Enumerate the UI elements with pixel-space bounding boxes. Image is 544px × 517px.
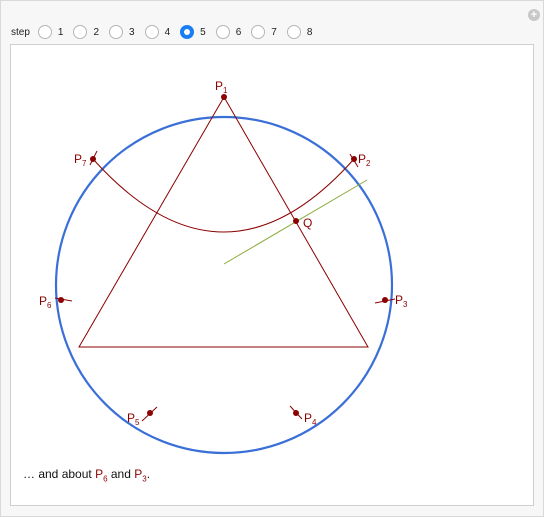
step-option-label: 6 xyxy=(235,26,242,38)
label-p4: P4 xyxy=(304,411,317,427)
radio-button[interactable] xyxy=(286,25,301,39)
caption-prefix: … and about xyxy=(23,467,96,481)
step-option-label: 4 xyxy=(164,26,171,38)
point-p7 xyxy=(90,156,96,162)
step-label: step xyxy=(11,26,30,38)
caption-mid: and xyxy=(107,467,135,481)
app-frame: + step 1 2 3 4 5 6 7 8 P1 P2 P3 P4 P5 P6 P7 Q …… xyxy=(0,0,544,517)
point-p2 xyxy=(351,156,357,162)
label-p3: P3 xyxy=(395,293,408,309)
label-p5: P5 xyxy=(127,411,140,427)
caption-point-a: P6 xyxy=(95,467,108,484)
step-option-label: 5 xyxy=(200,26,206,38)
arc-p7-p2 xyxy=(92,158,355,233)
caption-point-b: P3 xyxy=(134,467,147,484)
label-p7: P7 xyxy=(74,152,87,168)
radio-button[interactable] xyxy=(109,25,124,39)
caption: … and about P6 and P3. xyxy=(23,467,150,483)
step-option-label: 3 xyxy=(129,26,135,38)
triangle xyxy=(78,96,369,348)
step-option-label: 8 xyxy=(306,26,313,38)
step-option-5[interactable]: 5 xyxy=(180,25,206,39)
radio-button[interactable] xyxy=(73,25,88,39)
radio-button[interactable] xyxy=(215,25,230,39)
label-q: Q xyxy=(303,216,312,230)
label-p1: P1 xyxy=(215,79,228,95)
step-option-8[interactable]: 8 xyxy=(286,25,313,39)
plus-icon[interactable]: + xyxy=(528,9,540,21)
step-option-label: 1 xyxy=(57,26,64,38)
radio-button[interactable] xyxy=(251,25,266,39)
step-option-label: 2 xyxy=(93,26,100,38)
step-option-3[interactable]: 3 xyxy=(109,25,135,39)
point-p4 xyxy=(293,410,299,416)
step-option-6[interactable]: 6 xyxy=(215,25,242,39)
point-q xyxy=(293,218,299,224)
radio-button[interactable] xyxy=(144,25,159,39)
step-option-4[interactable]: 4 xyxy=(144,25,171,39)
point-p6 xyxy=(58,297,64,303)
radio-button[interactable] xyxy=(180,25,195,39)
step-control: step 1 2 3 4 5 6 7 8 xyxy=(11,23,322,41)
caption-suffix: . xyxy=(146,467,151,481)
point-p5 xyxy=(147,410,153,416)
step-option-2[interactable]: 2 xyxy=(73,25,99,39)
step-option-label: 7 xyxy=(271,26,277,38)
radio-button[interactable] xyxy=(37,25,52,39)
diagram-panel: P1 P2 P3 P4 P5 P6 P7 Q … and about P6 an… xyxy=(10,44,534,506)
geometry-diagram: P1 P2 P3 P4 P5 P6 P7 Q xyxy=(39,79,408,455)
label-p2: P2 xyxy=(358,152,371,168)
step-option-1[interactable]: 1 xyxy=(37,25,64,39)
label-p6: P6 xyxy=(39,294,52,310)
step-option-7[interactable]: 7 xyxy=(251,25,277,39)
circumcircle xyxy=(54,115,394,455)
step-radio-group: 1 2 3 4 5 6 7 8 xyxy=(37,25,323,39)
point-p3 xyxy=(382,297,388,303)
